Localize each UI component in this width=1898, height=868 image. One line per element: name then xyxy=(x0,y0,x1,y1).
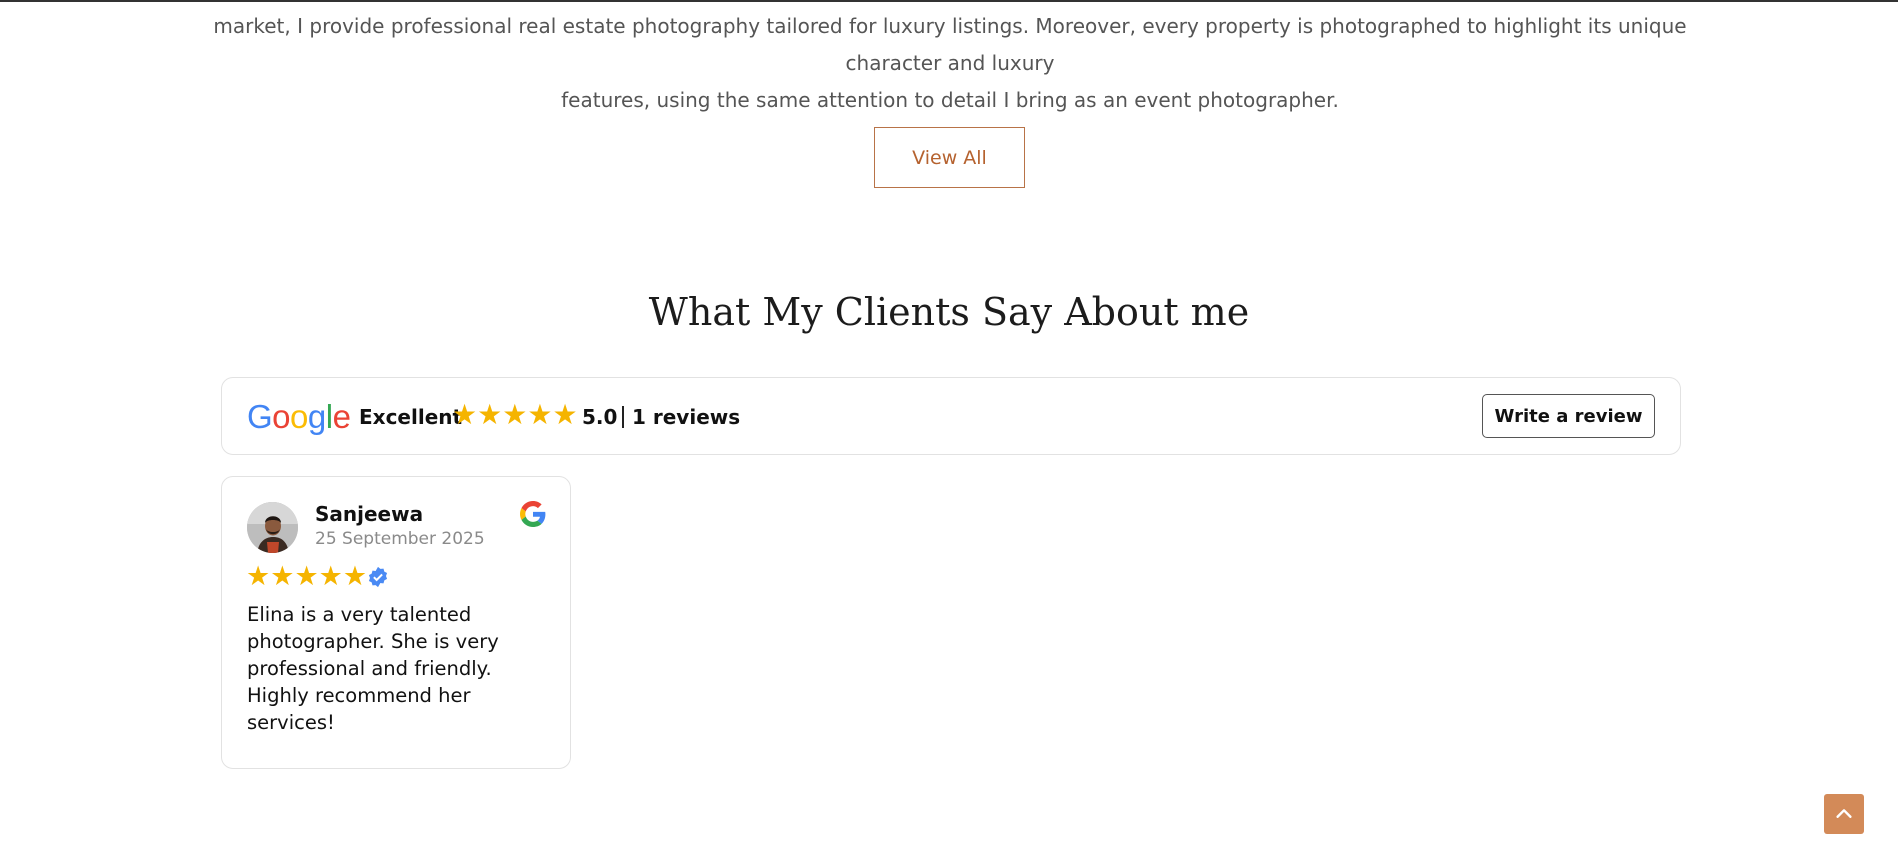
star-icon: ★ xyxy=(246,561,271,591)
summary-star-rating: ★ ★ ★ ★ ★ xyxy=(452,401,578,429)
intro-line-1: market, I provide professional real esta… xyxy=(213,14,1687,75)
google-logo: Google xyxy=(247,398,351,436)
intro-line-2: features, using the same attention to de… xyxy=(561,88,1339,112)
star-icon: ★ xyxy=(294,561,319,591)
star-icon: ★ xyxy=(270,561,295,591)
rating-label: Excellent xyxy=(359,405,463,429)
star-icon: ★ xyxy=(552,399,578,430)
google-logo-letter: o xyxy=(272,398,291,435)
view-all-button[interactable]: View All xyxy=(874,127,1025,188)
google-g-icon xyxy=(520,501,546,527)
verified-badge-icon xyxy=(368,566,388,588)
review-star-rating: ★ ★ ★ ★ ★ xyxy=(246,563,367,590)
chevron-up-icon xyxy=(1836,809,1852,818)
review-count: 1 reviews xyxy=(632,405,741,429)
write-review-button[interactable]: Write a review xyxy=(1482,394,1655,438)
reviewer-name: Sanjeewa xyxy=(315,502,424,526)
review-text: Elina is a very talented photographer. S… xyxy=(247,603,499,734)
avatar xyxy=(247,502,298,553)
star-icon: ★ xyxy=(477,399,503,430)
google-logo-letter: e xyxy=(332,398,351,435)
google-logo-letter: G xyxy=(247,398,273,435)
star-icon: ★ xyxy=(502,399,528,430)
star-icon: ★ xyxy=(452,399,478,430)
google-logo-letter: g xyxy=(307,398,326,435)
star-icon: ★ xyxy=(527,399,553,430)
rating-score: 5.0 xyxy=(582,405,618,429)
review-date: 25 September 2025 xyxy=(315,529,485,549)
testimonials-title: What My Clients Say About me xyxy=(648,290,1250,334)
top-divider xyxy=(0,0,1898,2)
summary-divider xyxy=(622,406,624,428)
intro-paragraph: market, I provide professional real esta… xyxy=(190,8,1710,119)
star-icon: ★ xyxy=(318,561,343,591)
review-card: Sanjeewa 25 September 2025 ★ ★ ★ ★ ★ Eli… xyxy=(221,476,571,769)
google-reviews-summary: Google Excellent ★ ★ ★ ★ ★ 5.0 1 reviews… xyxy=(221,377,1681,455)
google-logo-letter: o xyxy=(290,398,308,435)
google-logo-letter: l xyxy=(325,398,333,435)
star-icon: ★ xyxy=(342,561,368,591)
back-to-top-button[interactable] xyxy=(1824,794,1864,834)
